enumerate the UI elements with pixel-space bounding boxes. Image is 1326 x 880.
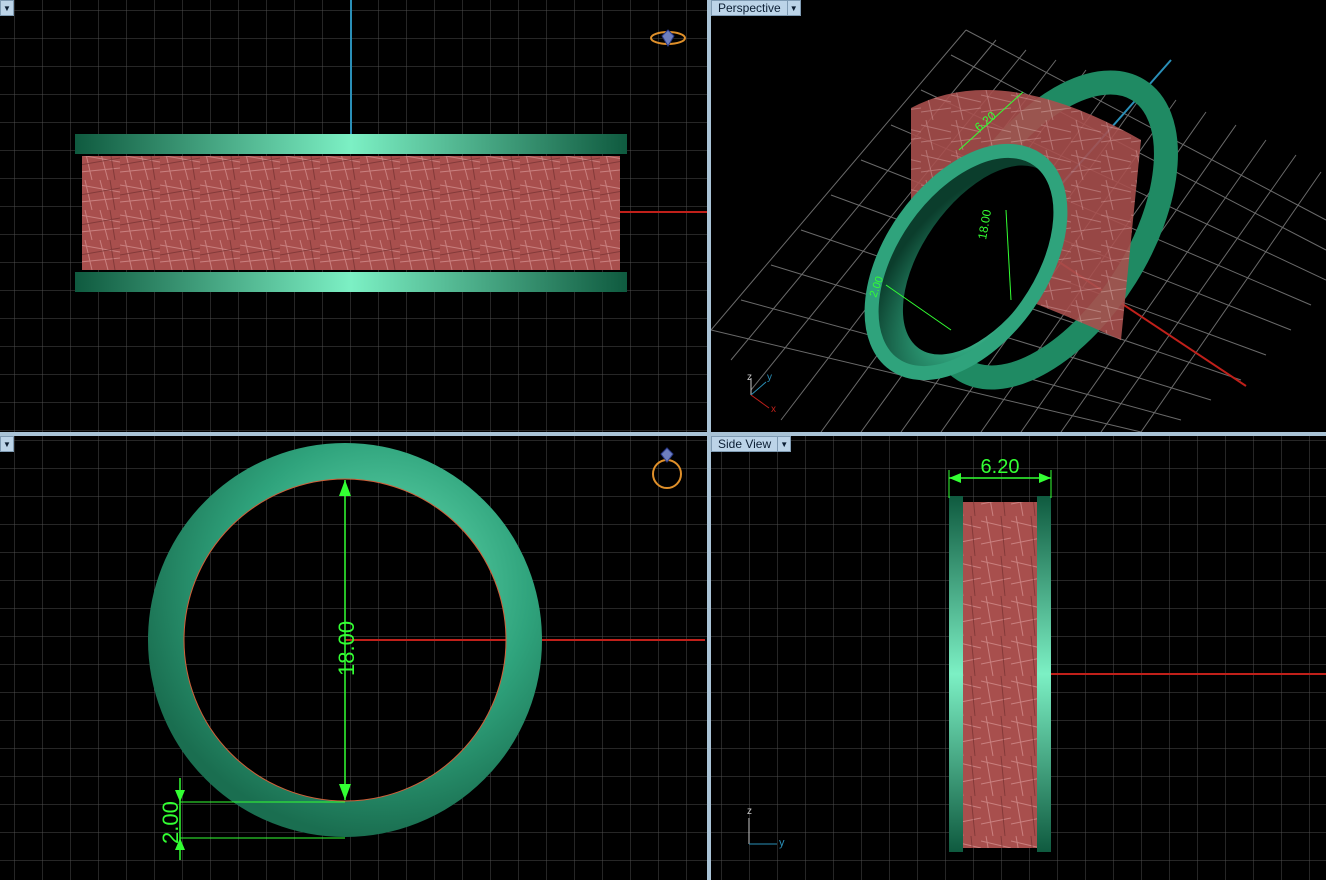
viewport-label-perspective[interactable]: Perspective [711, 0, 788, 16]
perspective-view-menu[interactable]: Perspective ▼ [711, 0, 801, 16]
viewport-top[interactable] [0, 0, 707, 432]
viewport-perspective[interactable]: 18.00 6.20 2.00 z y x [711, 0, 1326, 432]
axis-label-x: x [771, 404, 776, 415]
band-rim-bottom [75, 272, 627, 292]
perspective-canvas: 18.00 6.20 2.00 z y x [711, 29, 1326, 432]
band-rim-right [1037, 496, 1051, 852]
axis-label-z: z [747, 372, 752, 383]
axis-label-z: z [747, 806, 752, 817]
band-rim-left [949, 496, 963, 852]
top-view-canvas [0, 0, 707, 432]
dimension-width-text: 6.20 [981, 456, 1020, 478]
viewport-divider-horizontal[interactable] [0, 432, 1326, 436]
band-rim-top [75, 134, 627, 154]
side-view-menu[interactable]: Side View ▼ [711, 436, 792, 452]
viewport-front[interactable]: 18.00 2.00 [0, 436, 707, 880]
side-view-canvas: 6.20 z y [711, 436, 1326, 880]
band-texture [82, 156, 620, 270]
axis-triad: z y x [747, 372, 776, 415]
chevron-down-icon[interactable]: ▼ [787, 0, 801, 16]
viewport-label-side[interactable]: Side View [711, 436, 779, 452]
axis-label-y: y [779, 837, 785, 849]
front-view-canvas: 18.00 2.00 [0, 436, 707, 880]
front-view-menu[interactable]: ▼ [0, 436, 14, 452]
band-texture-side [963, 502, 1037, 848]
dimension-thickness-text: 2.00 [158, 801, 183, 844]
axis-label-y: y [767, 372, 772, 383]
chevron-down-icon[interactable]: ▼ [0, 0, 14, 16]
chevron-down-icon[interactable]: ▼ [0, 436, 14, 452]
dimension-diameter-text: 18.00 [334, 621, 359, 676]
viewport-side[interactable]: 6.20 z y [711, 436, 1326, 880]
top-view-menu[interactable]: ▼ [0, 0, 14, 16]
chevron-down-icon[interactable]: ▼ [778, 436, 792, 452]
